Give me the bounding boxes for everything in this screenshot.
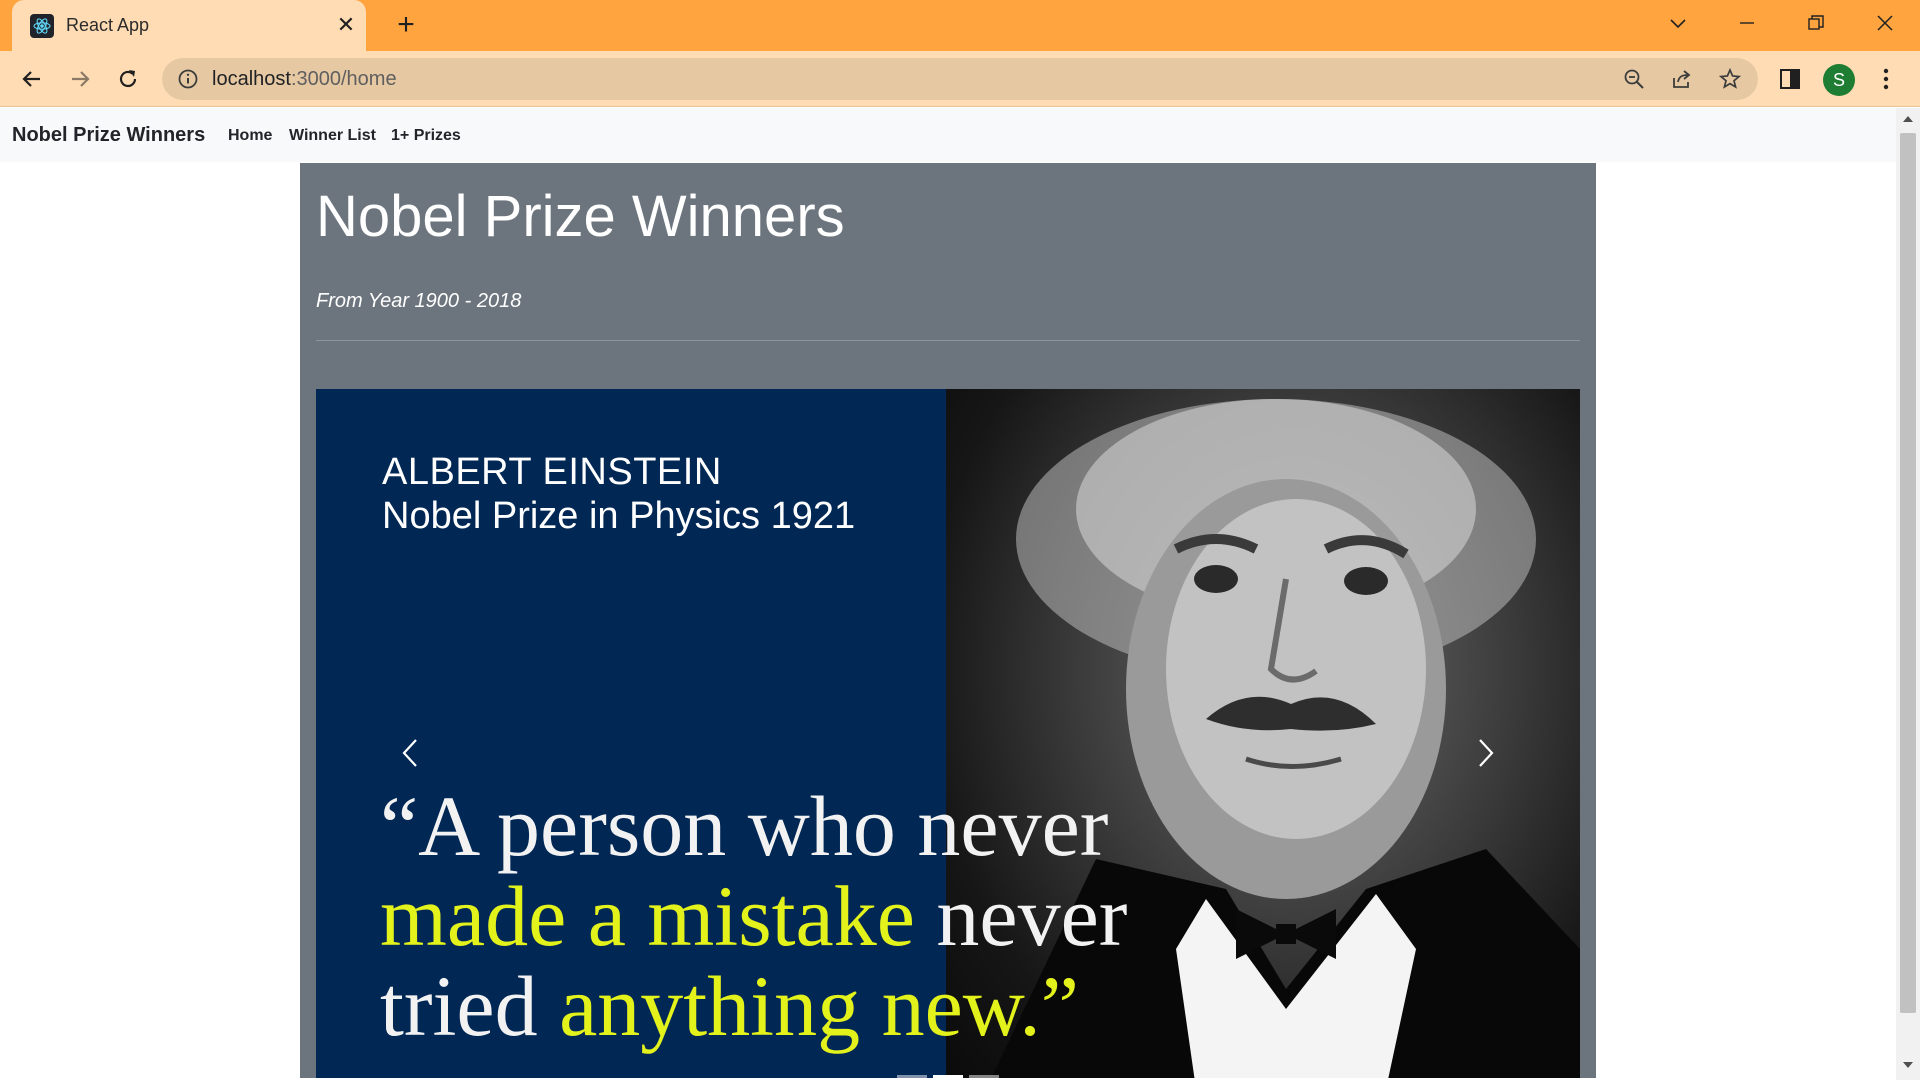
carousel-indicator-1[interactable]: [897, 1075, 927, 1078]
quote-line-2: made a mistake never: [380, 871, 1260, 961]
slide-quote: “A person who never made a mistake never…: [380, 781, 1260, 1051]
browser-tab-strip: React App ✕ +: [0, 0, 1920, 51]
chevron-right-icon: [1479, 739, 1494, 767]
info-icon[interactable]: [176, 67, 200, 96]
back-arrow-icon[interactable]: [14, 61, 50, 97]
carousel-prev-button[interactable]: [380, 723, 440, 783]
page-title: Nobel Prize Winners: [316, 184, 845, 249]
browser-toolbar: localhost:3000/home S: [0, 51, 1920, 107]
navbar-brand[interactable]: Nobel Prize Winners: [12, 124, 205, 147]
reload-icon[interactable]: [110, 61, 146, 97]
carousel-indicator-3[interactable]: [969, 1075, 999, 1078]
forward-arrow-icon[interactable]: [62, 61, 98, 97]
chevron-left-icon: [402, 739, 417, 767]
nav-link-winner-list[interactable]: Winner List: [289, 127, 376, 145]
quote-line-3-start: tried: [380, 958, 560, 1054]
scroll-up-arrow-icon[interactable]: [1901, 114, 1915, 124]
zoom-out-icon[interactable]: [1622, 67, 1646, 91]
kebab-menu-icon[interactable]: [1868, 61, 1904, 97]
url-host: localhost: [212, 68, 291, 90]
scrollbar-thumb[interactable]: [1900, 133, 1916, 1013]
jumbotron: Nobel Prize Winners From Year 1900 - 201…: [300, 163, 1596, 1078]
react-favicon-icon: [30, 14, 54, 38]
restore-icon[interactable]: [1794, 6, 1838, 40]
page-scrollbar[interactable]: [1896, 108, 1920, 1080]
side-panel-icon[interactable]: [1772, 61, 1808, 97]
quote-line-3: tried anything new.”: [380, 961, 1260, 1051]
carousel-indicators: [316, 1075, 1580, 1078]
quote-highlight-2: anything new.”: [559, 958, 1079, 1054]
close-icon[interactable]: [1863, 6, 1907, 40]
profile-avatar[interactable]: S: [1823, 64, 1855, 96]
carousel-indicator-2[interactable]: [933, 1075, 963, 1078]
page-viewport: Nobel Prize Winners Home Winner List 1+ …: [0, 108, 1896, 1078]
star-icon[interactable]: [1718, 67, 1742, 91]
url-path: :3000/home: [290, 68, 397, 90]
chevron-down-icon[interactable]: [1656, 6, 1700, 40]
tab-close-icon[interactable]: ✕: [332, 11, 360, 39]
carousel-next-button[interactable]: [1456, 723, 1516, 783]
scroll-down-arrow-icon[interactable]: [1901, 1060, 1915, 1070]
navbar: Nobel Prize Winners Home Winner List 1+ …: [0, 108, 1896, 162]
carousel: ALBERT EINSTEIN Nobel Prize in Physics 1…: [316, 389, 1580, 1078]
divider: [316, 340, 1580, 341]
quote-line-2-rest: never: [914, 868, 1128, 964]
page-subtitle: From Year 1900 - 2018: [316, 290, 522, 312]
slide-laureate-name: ALBERT EINSTEIN: [382, 451, 722, 493]
nav-link-home[interactable]: Home: [228, 127, 272, 145]
browser-tab[interactable]: React App ✕: [12, 0, 366, 51]
slide-prize-title: Nobel Prize in Physics 1921: [382, 495, 856, 537]
url-text: localhost:3000/home: [212, 68, 397, 91]
quote-line-1: “A person who never: [380, 778, 1109, 874]
quote-highlight-1: made a mistake: [380, 868, 915, 964]
address-bar[interactable]: localhost:3000/home: [162, 58, 1758, 100]
nav-link-multiple-prizes[interactable]: 1+ Prizes: [391, 127, 461, 145]
share-icon[interactable]: [1670, 67, 1694, 91]
minimize-icon[interactable]: [1725, 6, 1769, 40]
new-tab-button[interactable]: +: [390, 10, 422, 42]
tab-title: React App: [66, 15, 150, 35]
